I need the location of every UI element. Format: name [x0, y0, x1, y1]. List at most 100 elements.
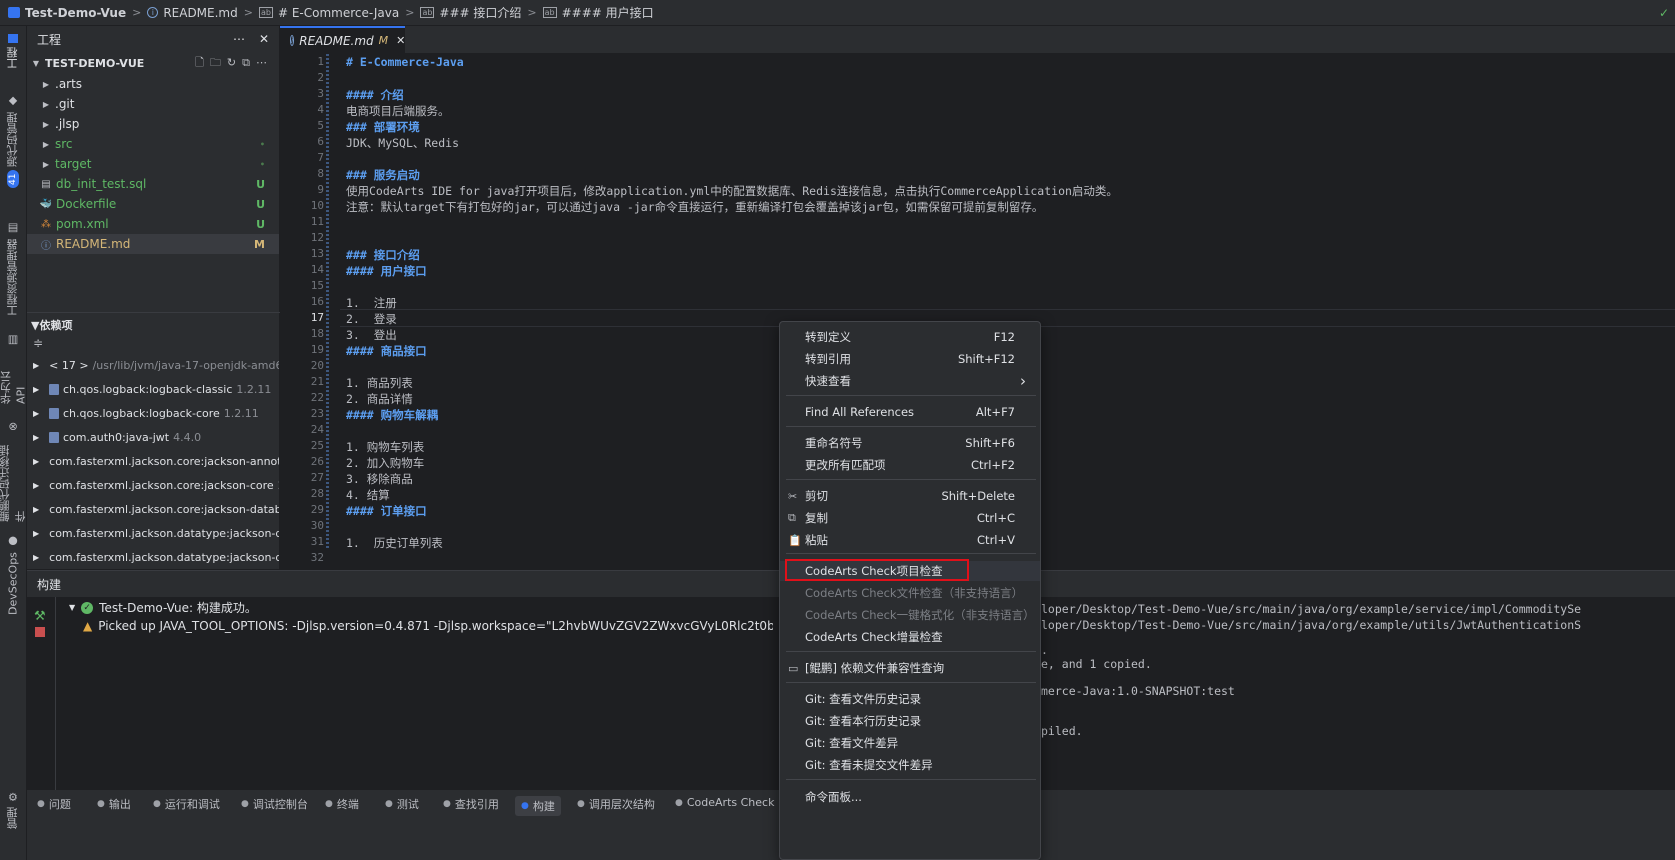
- code-line: 电商项目后端服务。: [346, 104, 450, 118]
- build-toolbar: ⚒: [27, 597, 56, 791]
- code-line: 1. 商品列表: [346, 376, 413, 390]
- context-menu-item[interactable]: 命令面板...: [780, 787, 1040, 807]
- bottom-tab-label: 查找引用: [454, 798, 499, 811]
- bottom-tab[interactable]: ● 终端: [325, 796, 359, 812]
- dependency-item[interactable]: ▶ < 17 >/usr/lib/jvm/java-17-openjdk-amd6…: [27, 353, 279, 377]
- bottom-tab[interactable]: ● 调用层次结构: [577, 796, 655, 812]
- context-menu-item[interactable]: ⧉ 复制 Ctrl+C: [780, 508, 1040, 528]
- dependency-item[interactable]: ▶ com.auth0:java-jwt 4.4.0: [27, 425, 279, 449]
- context-menu-item[interactable]: 转到引用 Shift+F12: [780, 349, 1040, 369]
- bottom-tab[interactable]: ● 构建: [515, 796, 561, 816]
- context-menu-item[interactable]: 转到定义 F12: [780, 327, 1040, 347]
- close-icon[interactable]: ✕: [259, 32, 269, 46]
- context-menu-item[interactable]: 快速查看 ›: [780, 371, 1040, 391]
- bottom-tab[interactable]: ● 运行和调试: [153, 796, 220, 812]
- menu-item-label: [鲲鹏] 依赖文件兼容性查询: [805, 661, 945, 675]
- menu-item-shortcut: Shift+F6: [965, 436, 1015, 450]
- explorer-root[interactable]: ▼ TEST-DEMO-VUE 🗋🗀↻⧉⋯: [27, 52, 279, 74]
- file-tree-item[interactable]: ⓘ README.md M: [27, 234, 279, 254]
- menu-item-label: Git: 查看文件差异: [805, 736, 899, 750]
- filter-icon[interactable]: ≑: [33, 336, 43, 350]
- build-warning[interactable]: ▲ Picked up JAVA_TOOL_OPTIONS: -Djlsp.ve…: [83, 619, 773, 633]
- context-menu-item[interactable]: 更改所有匹配项 Ctrl+F2: [780, 455, 1040, 475]
- file-tree-item[interactable]: ▤ db_init_test.sql U: [27, 174, 279, 194]
- breadcrumb-file[interactable]: i README.md: [147, 6, 238, 20]
- dependency-item[interactable]: ▶ com.fasterxml.jackson.core:jackson-data…: [27, 497, 279, 521]
- chevron-right-icon: >: [527, 6, 537, 19]
- activity-tab-explorer[interactable]: 工程资源管理器 ▤: [3, 222, 23, 316]
- breadcrumb-h3[interactable]: ab ### 接口介绍: [420, 4, 521, 21]
- file-tree-item[interactable]: 🐳 Dockerfile U: [27, 194, 279, 214]
- activity-tab-project[interactable]: 工程: [3, 32, 23, 72]
- file-tree-item[interactable]: ▶ .arts: [27, 74, 279, 94]
- activity-tab-manage[interactable]: 管理 ⚙: [3, 790, 23, 830]
- chevron-right-icon: ▶: [33, 528, 40, 538]
- hammer-icon[interactable]: ⚒: [34, 609, 46, 624]
- bottom-tab[interactable]: ● 测试: [385, 796, 419, 812]
- menu-item-shortcut: Shift+Delete: [941, 489, 1015, 503]
- stop-icon[interactable]: [35, 627, 45, 637]
- file-tree-item[interactable]: ▶ target •: [27, 154, 279, 174]
- file-tree-item[interactable]: ▶ .git: [27, 94, 279, 114]
- context-menu-item[interactable]: Find All References Alt+F7: [780, 402, 1040, 422]
- bottom-tab[interactable]: ● 调试控制台: [241, 796, 308, 812]
- gear-icon: ⚙: [6, 790, 20, 804]
- dependency-item[interactable]: ▶ com.fasterxml.jackson.datatype:jackson-…: [27, 545, 279, 569]
- context-menu-item[interactable]: 重命名符号 Shift+F6: [780, 433, 1040, 453]
- dependency-item[interactable]: ▶ ch.qos.logback:logback-classic 1.2.11: [27, 377, 279, 401]
- line-number: 17: [310, 311, 324, 324]
- file-tree-item[interactable]: ⁂ pom.xml U: [27, 214, 279, 234]
- dependency-item[interactable]: ▶ ch.qos.logback:logback-core 1.2.11: [27, 401, 279, 425]
- info-icon: i: [147, 7, 159, 18]
- file-status: •: [259, 139, 265, 149]
- dependencies-header[interactable]: ▼ 依赖项: [27, 312, 283, 337]
- menu-item-label: Git: 查看本行历史记录: [805, 714, 922, 728]
- folder-icon: [8, 34, 18, 44]
- breadcrumb-h1[interactable]: ab # E-Commerce-Java: [258, 6, 399, 20]
- bottom-tab[interactable]: ● 问题: [37, 796, 71, 812]
- dependency-item[interactable]: ▶ com.fasterxml.jackson.datatype:jackson-…: [27, 521, 279, 545]
- chevron-right-icon: ▶: [42, 99, 50, 109]
- context-menu-item[interactable]: CodeArts Check增量检查: [780, 627, 1040, 647]
- file-tree-item[interactable]: ▶ .jlsp: [27, 114, 279, 134]
- activity-tab-migrate[interactable]: 鲲鹏代码迁移插件 ⊗: [0, 422, 27, 522]
- context-menu-item[interactable]: Git: 查看本行历史记录: [780, 711, 1040, 731]
- bottom-tab[interactable]: ● 输出: [97, 796, 131, 812]
- breadcrumb-project[interactable]: Test-Demo-Vue: [8, 6, 126, 20]
- bottom-tab[interactable]: ● 查找引用: [443, 796, 499, 812]
- dependency-name: ch.qos.logback:logback-core: [63, 406, 220, 420]
- breadcrumb-h4[interactable]: ab #### 用户接口: [542, 4, 654, 21]
- context-menu-item[interactable]: ✂ 剪切 Shift+Delete: [780, 486, 1040, 506]
- activity-tab-scm[interactable]: 41 源代码管理 ◆: [3, 88, 23, 198]
- bottom-tab-label: CodeArts Check: [686, 796, 775, 809]
- explorer-icon: ▤: [6, 222, 20, 235]
- chevron-down-icon: ▼: [31, 318, 40, 332]
- explorer-actions[interactable]: 🗋🗀↻⧉⋯: [195, 54, 273, 73]
- context-menu-item[interactable]: Git: 查看文件差异: [780, 733, 1040, 753]
- file-tree-item[interactable]: ▶ src •: [27, 134, 279, 154]
- context-menu-item[interactable]: Git: 查看文件历史记录: [780, 689, 1040, 709]
- code-line: 使用CodeArts IDE for java打开项目后，修改applicati…: [346, 184, 1118, 198]
- context-menu-item[interactable]: 📋 粘贴 Ctrl+V: [780, 530, 1040, 550]
- close-tab-icon[interactable]: ✕: [396, 34, 405, 47]
- code-line: 2. 加入购物车: [346, 456, 425, 470]
- dependency-item[interactable]: ▶ com.fasterxml.jackson.core:jackson-anno…: [27, 449, 279, 473]
- activity-tab-api[interactable]: 华为云 API ▥: [0, 334, 28, 404]
- build-status[interactable]: ▼ ✓ Test-Demo-Vue: 构建成功。: [69, 599, 257, 616]
- activity-tab-devsecops[interactable]: DevSecOps ●: [3, 535, 23, 615]
- menu-item-shortcut: ›: [1020, 372, 1026, 390]
- tab-readme[interactable]: i README.md M ✕: [280, 26, 405, 53]
- code-line: #### 用户接口: [346, 264, 427, 278]
- file-name: .jlsp: [55, 117, 80, 131]
- bottom-tab[interactable]: ● CodeArts Check: [675, 796, 774, 809]
- warning-icon: ▲: [83, 619, 93, 633]
- line-number: 25: [310, 439, 324, 452]
- explorer-header: 工程 ⋯ ✕: [27, 26, 279, 52]
- dependency-item[interactable]: ▶ com.fasterxml.jackson.core:jackson-core…: [27, 473, 279, 497]
- context-menu-item[interactable]: Git: 查看未提交文件差异: [780, 755, 1040, 775]
- dependency-version: 4.4.0: [173, 430, 202, 444]
- context-menu-item[interactable]: ▭ [鲲鹏] 依赖文件兼容性查询: [780, 658, 1040, 678]
- dependency-name: com.fasterxml.jackson.datatype:jackson-d…: [49, 550, 279, 564]
- code-line: 1. 购物车列表: [346, 440, 425, 454]
- more-icon[interactable]: ⋯: [233, 32, 245, 46]
